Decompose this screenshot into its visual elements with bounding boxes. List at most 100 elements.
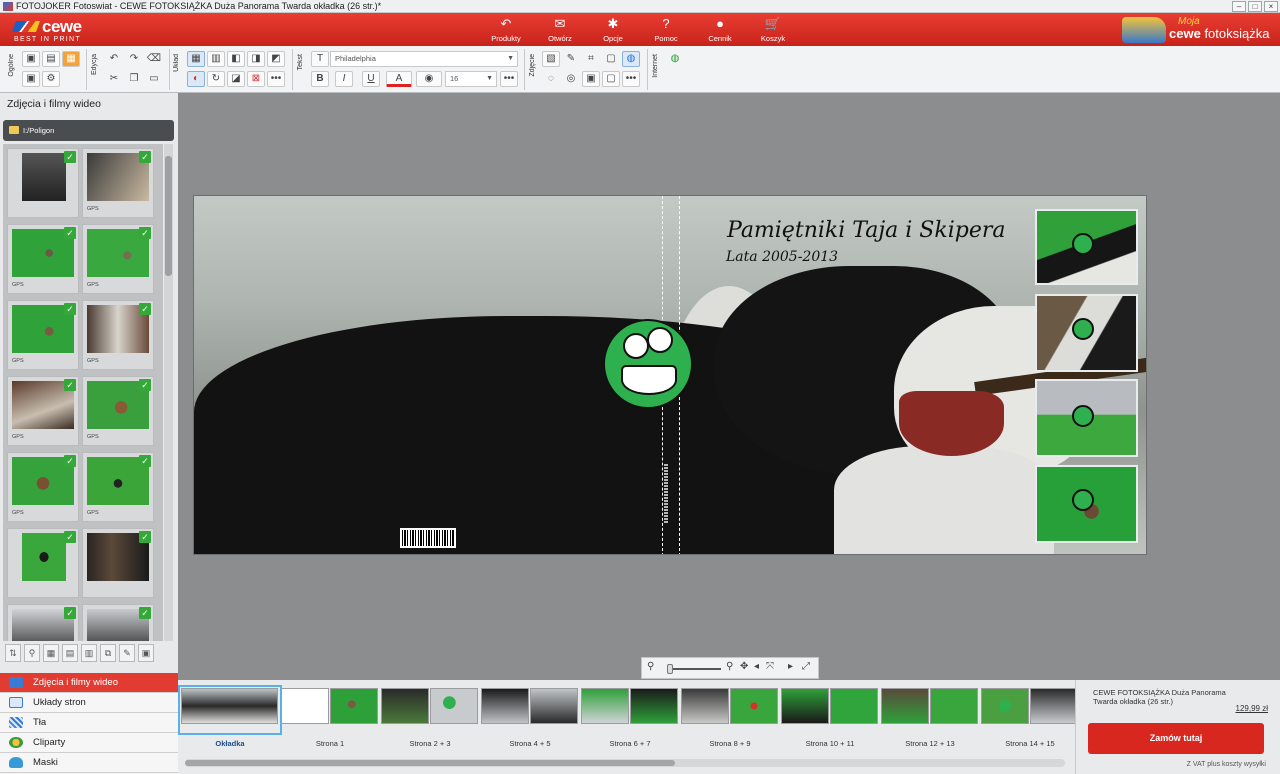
- italic-button[interactable]: I: [335, 71, 353, 87]
- tab-backgrounds[interactable]: Tła: [0, 713, 178, 733]
- copy-icon[interactable]: ❐: [125, 71, 143, 87]
- save-as-icon[interactable]: ▣: [22, 71, 40, 87]
- page-strip-scrollbar[interactable]: [185, 759, 1065, 767]
- more-layout-icon[interactable]: •••: [267, 71, 285, 87]
- photo-thumb[interactable]: ✓: [7, 148, 79, 218]
- delete-icon[interactable]: ⌫: [145, 51, 163, 67]
- zoom-out-icon[interactable]: ⚲: [647, 661, 654, 672]
- crop-icon[interactable]: ⌗: [582, 51, 600, 67]
- nav-pomoc[interactable]: ? Pomoc: [650, 16, 682, 46]
- photo-thumb[interactable]: ✓: [7, 604, 79, 641]
- font-size-select[interactable]: 16 ▼: [445, 71, 497, 87]
- nav-produkty[interactable]: ↶ Produkty: [487, 16, 525, 46]
- cover-subtitle[interactable]: Lata 2005-2013: [726, 249, 838, 265]
- nav-opcje[interactable]: ✱ Opcje: [597, 16, 629, 46]
- settings-panel-icon[interactable]: ▣: [138, 644, 154, 662]
- fullscreen-icon[interactable]: ⤢: [802, 661, 810, 672]
- view-medium-icon[interactable]: ▤: [62, 644, 78, 662]
- tab-cliparts[interactable]: Cliparty: [0, 733, 178, 753]
- page-thumb-1[interactable]: Strona 1: [281, 688, 379, 748]
- web-globe-icon[interactable]: ◍: [666, 51, 684, 67]
- cut-icon[interactable]: ✂: [105, 71, 123, 87]
- order-button[interactable]: Zamów tutaj: [1088, 723, 1264, 754]
- page-thumb-14-15[interactable]: Strona 14 + 15: [981, 688, 1079, 748]
- cover-title[interactable]: Pamiętniki Taja i Skipera: [727, 218, 1005, 243]
- text-icon[interactable]: T: [311, 51, 329, 67]
- font-select[interactable]: Philadelphia ▼: [330, 51, 518, 67]
- tab-layouts[interactable]: Układy stron: [0, 693, 178, 713]
- filter-icon[interactable]: ⧉: [100, 644, 116, 662]
- photo-icon[interactable]: ▧: [542, 51, 560, 67]
- redo-icon[interactable]: ↷: [125, 51, 143, 67]
- view-small-icon[interactable]: ▥: [81, 644, 97, 662]
- page-thumb-cover[interactable]: Okładka: [178, 685, 282, 748]
- settings-icon[interactable]: ⚙: [42, 71, 60, 87]
- fit-screen-icon[interactable]: ⤧: [766, 661, 774, 672]
- remove-layer-icon[interactable]: ⊠: [247, 71, 265, 87]
- photo-thumb[interactable]: ✓ GPS: [82, 452, 154, 522]
- minimize-button[interactable]: –: [1232, 1, 1246, 12]
- filter-icon[interactable]: ◌: [542, 71, 560, 87]
- view-large-icon[interactable]: ▦: [43, 644, 59, 662]
- photo-thumb[interactable]: ✓ GPS: [7, 224, 79, 294]
- rotate-icon[interactable]: ↻: [207, 71, 225, 87]
- undo-icon[interactable]: ↶: [105, 51, 123, 67]
- edit-photo-icon[interactable]: ✎: [562, 51, 580, 67]
- close-button[interactable]: ×: [1264, 1, 1278, 12]
- zoom-in-icon[interactable]: ⚲: [726, 661, 733, 672]
- scrollbar-knob[interactable]: [185, 760, 675, 766]
- thumbnail-scrollbar[interactable]: [164, 144, 173, 641]
- search-photos-icon[interactable]: ⚲: [24, 644, 40, 662]
- page-thumb-10-11[interactable]: Strona 10 + 11: [781, 688, 879, 748]
- effect-icon[interactable]: ◎: [562, 71, 580, 87]
- photo-thumb[interactable]: ✓ GPS: [7, 452, 79, 522]
- save-icon[interactable]: ▣: [22, 51, 40, 67]
- tab-masks[interactable]: Maski: [0, 753, 178, 773]
- more-photo-icon[interactable]: •••: [622, 71, 640, 87]
- photo-thumb[interactable]: ✓ GPS: [82, 376, 154, 446]
- export-icon[interactable]: ▤: [42, 51, 60, 67]
- paste-icon[interactable]: ▭: [145, 71, 163, 87]
- folder-selector[interactable]: I:/Poligon: [3, 120, 174, 141]
- cover-photo-4[interactable]: [1035, 465, 1138, 543]
- underline-button[interactable]: U: [362, 71, 380, 87]
- align-icon[interactable]: ▥: [207, 51, 225, 67]
- zoom-slider[interactable]: [667, 664, 721, 674]
- next-page-icon[interactable]: ▸: [788, 661, 793, 672]
- cover-photo-2[interactable]: [1035, 294, 1138, 372]
- nav-otworz[interactable]: ✉ Otwórz: [542, 16, 578, 46]
- send-back-icon[interactable]: ◨: [247, 51, 265, 67]
- photo-thumb[interactable]: ✓: [82, 604, 154, 641]
- page-thumb-2-3[interactable]: Strona 2 + 3: [381, 688, 479, 748]
- bring-front-icon[interactable]: ◧: [227, 51, 245, 67]
- magnet-icon[interactable]: ◐: [187, 71, 205, 87]
- frame-icon[interactable]: ▢: [602, 51, 620, 67]
- autofill-icon[interactable]: ✎: [119, 644, 135, 662]
- sort-icon[interactable]: ⇅: [5, 644, 21, 662]
- more-text-icon[interactable]: •••: [500, 71, 518, 87]
- highlight-icon[interactable]: ◉: [416, 71, 442, 87]
- page-thumb-4-5[interactable]: Strona 4 + 5: [481, 688, 579, 748]
- bold-button[interactable]: B: [311, 71, 329, 87]
- page-thumb-12-13[interactable]: Strona 12 + 13: [881, 688, 979, 748]
- maximize-button[interactable]: □: [1248, 1, 1262, 12]
- grid-icon[interactable]: ▦: [187, 51, 205, 67]
- globe-icon[interactable]: ◍: [622, 51, 640, 67]
- cover-photo-3[interactable]: [1035, 379, 1138, 457]
- border-icon[interactable]: ▣: [582, 71, 600, 87]
- price-link[interactable]: 129,99 zł: [1236, 704, 1268, 713]
- pan-icon[interactable]: ✥: [740, 661, 748, 672]
- photo-thumb[interactable]: ✓ GPS: [82, 148, 154, 218]
- nav-cennik[interactable]: ● Cennik: [704, 16, 736, 46]
- cover-photo-1[interactable]: [1035, 209, 1138, 285]
- nav-koszyk[interactable]: 🛒 Koszyk: [757, 16, 789, 46]
- layer-icon[interactable]: ◩: [267, 51, 285, 67]
- photo-thumb[interactable]: ✓: [7, 528, 79, 598]
- photo-thumb[interactable]: ✓ GPS: [7, 300, 79, 370]
- zoom-slider-knob[interactable]: [667, 664, 673, 674]
- group-icon[interactable]: ◪: [227, 71, 245, 87]
- page-thumb-8-9[interactable]: Strona 8 + 9: [681, 688, 779, 748]
- smiley-clipart[interactable]: [603, 319, 693, 409]
- page-thumb-6-7[interactable]: Strona 6 + 7: [581, 688, 679, 748]
- photo-thumb[interactable]: ✓ GPS: [82, 224, 154, 294]
